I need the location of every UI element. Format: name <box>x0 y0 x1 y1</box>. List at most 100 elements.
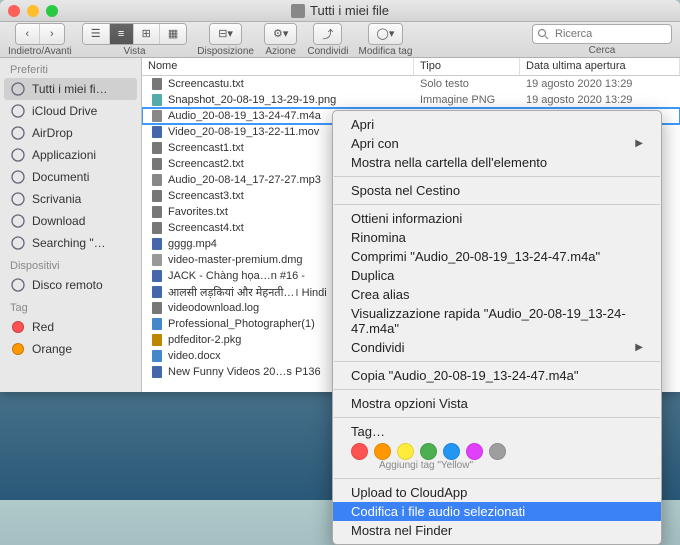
file-name: Screencast3.txt <box>168 190 244 202</box>
ctx-compress[interactable]: Comprimi "Audio_20-08-19_13-24-47.m4a" <box>333 247 661 266</box>
txt-icon <box>150 205 164 219</box>
col-date-header[interactable]: Data ultima apertura <box>520 58 680 75</box>
sidebar-item-search[interactable]: Searching "… <box>0 232 141 254</box>
ctx-move-trash[interactable]: Sposta nel Cestino <box>333 181 661 200</box>
tag-color-button[interactable] <box>489 443 506 460</box>
separator <box>334 478 660 479</box>
tag-color-button[interactable] <box>443 443 460 460</box>
arrange-button[interactable]: ⊟▾ <box>210 24 241 44</box>
sidebar-item-download[interactable]: Download <box>0 210 141 232</box>
icon-view-button[interactable]: ☰ <box>83 24 110 44</box>
ctx-get-info[interactable]: Ottieni informazioni <box>333 209 661 228</box>
edit-tags-button[interactable]: ◯▾ <box>369 24 403 44</box>
titlebar: Tutti i miei file <box>0 0 680 22</box>
column-headers: Nome Tipo Data ultima apertura <box>142 58 680 76</box>
sidebar-item-label: Tutti i miei fi… <box>32 82 108 96</box>
ctx-share[interactable]: Condividi▶ <box>333 338 661 357</box>
sidebar-item-label: iCloud Drive <box>32 104 97 118</box>
file-type: Solo testo <box>414 78 520 90</box>
close-button[interactable] <box>8 5 20 17</box>
sidebar-item-label: Download <box>32 214 85 228</box>
sidebar-item-label: Documenti <box>32 170 89 184</box>
column-view-button[interactable]: ⊞ <box>134 24 160 44</box>
ctx-open-with[interactable]: Apri con▶ <box>333 134 661 153</box>
sidebar-item-cloud[interactable]: iCloud Drive <box>0 100 141 122</box>
file-date: 19 agosto 2020 13:29 <box>520 94 680 106</box>
file-name: Screencast1.txt <box>168 142 244 154</box>
video-icon <box>150 365 164 379</box>
view-group: ☰ ≡ ⊞ ▦ Vista <box>82 23 188 57</box>
ctx-copy[interactable]: Copia "Audio_20-08-19_13-24-47.m4a" <box>333 366 661 385</box>
airdrop-icon <box>10 125 26 141</box>
tag-header: Tag <box>0 296 141 316</box>
sidebar-item-apps[interactable]: Applicazioni <box>0 144 141 166</box>
sidebar-item-label: Orange <box>32 342 72 356</box>
sidebar-item-documents[interactable]: Documenti <box>0 166 141 188</box>
col-type-header[interactable]: Tipo <box>414 58 520 75</box>
file-name: Video_20-08-19_13-22-11.mov <box>168 126 319 138</box>
file-name: Audio_20-08-14_17-27-27.mp3 <box>168 174 321 186</box>
file-name: videodownload.log <box>168 302 259 314</box>
file-name: JACK - Chàng họa…n #16 - <box>168 270 305 282</box>
share-button[interactable]: ⤴ <box>314 24 341 44</box>
file-name: Screencastu.txt <box>168 78 244 90</box>
sidebar-item-airdrop[interactable]: AirDrop <box>0 122 141 144</box>
sidebar-item-label: Red <box>32 320 54 334</box>
file-date: 19 agosto 2020 13:29 <box>520 78 680 90</box>
ctx-duplicate[interactable]: Duplica <box>333 266 661 285</box>
ctx-quick-look[interactable]: Visualizzazione rapida "Audio_20-08-19_1… <box>333 304 661 338</box>
search-icon <box>10 235 26 251</box>
sidebar: Preferiti Tutti i miei fi…iCloud DriveAi… <box>0 58 142 392</box>
action-button[interactable]: ⚙▾ <box>265 24 296 44</box>
video-icon <box>150 269 164 283</box>
sidebar-tag[interactable]: Orange <box>0 338 141 360</box>
table-row[interactable]: Snapshot_20-08-19_13-29-19.pngImmagine P… <box>142 92 680 108</box>
ctx-show-in-finder[interactable]: Mostra nel Finder <box>333 521 661 540</box>
back-button[interactable]: ‹ <box>16 24 40 44</box>
list-view-button[interactable]: ≡ <box>110 24 134 44</box>
tag-color-button[interactable] <box>466 443 483 460</box>
file-name: pdfeditor-2.pkg <box>168 334 241 346</box>
separator <box>334 389 660 390</box>
tag-color-button[interactable] <box>374 443 391 460</box>
toolbar: ‹ › Indietro/Avanti ☰ ≡ ⊞ ▦ Vista ⊟▾ Dis… <box>0 22 680 58</box>
tag-color-button[interactable] <box>351 443 368 460</box>
sidebar-item-all-files[interactable]: Tutti i miei fi… <box>4 78 137 100</box>
audio-icon <box>150 173 164 187</box>
txt-icon <box>150 301 164 315</box>
ctx-tag[interactable]: Tag… <box>333 422 661 441</box>
sidebar-item-label: Applicazioni <box>32 148 96 162</box>
search-label: Cerca <box>589 45 616 56</box>
ctx-view-options[interactable]: Mostra opzioni Vista <box>333 394 661 413</box>
search-input[interactable] <box>532 24 672 44</box>
forward-button[interactable]: › <box>40 24 64 44</box>
ctx-rename[interactable]: Rinomina <box>333 228 661 247</box>
sidebar-tag[interactable]: Red <box>0 316 141 338</box>
sidebar-item-remote-disc[interactable]: Disco remoto <box>0 274 141 296</box>
cloud-icon <box>10 103 26 119</box>
folder-icon <box>291 4 305 18</box>
search-group: Cerca <box>532 24 672 56</box>
doc-icon <box>150 317 164 331</box>
file-name: Screencast2.txt <box>168 158 244 170</box>
share-label: Condividi <box>307 46 348 57</box>
devices-header: Dispositivi <box>0 254 141 274</box>
pkg-icon <box>150 333 164 347</box>
gallery-view-button[interactable]: ▦ <box>160 24 186 44</box>
tag-dot-icon <box>12 321 24 333</box>
sidebar-item-label: Searching "… <box>32 236 106 250</box>
zoom-button[interactable] <box>46 5 58 17</box>
sidebar-item-desktop[interactable]: Scrivania <box>0 188 141 210</box>
tag-color-row <box>333 441 661 460</box>
minimize-button[interactable] <box>27 5 39 17</box>
table-row[interactable]: Screencastu.txt Solo testo19 agosto 2020 … <box>142 76 680 92</box>
tag-color-button[interactable] <box>397 443 414 460</box>
col-name-header[interactable]: Nome <box>142 58 414 75</box>
tag-color-button[interactable] <box>420 443 437 460</box>
ctx-upload-cloudapp[interactable]: Upload to CloudApp <box>333 483 661 502</box>
ctx-open[interactable]: Apri <box>333 115 661 134</box>
ctx-make-alias[interactable]: Crea alias <box>333 285 661 304</box>
ctx-show-in-folder[interactable]: Mostra nella cartella dell'elemento <box>333 153 661 172</box>
file-name: Audio_20-08-19_13-24-47.m4a <box>168 110 321 122</box>
ctx-encode-audio[interactable]: Codifica i file audio selezionati <box>333 502 661 521</box>
